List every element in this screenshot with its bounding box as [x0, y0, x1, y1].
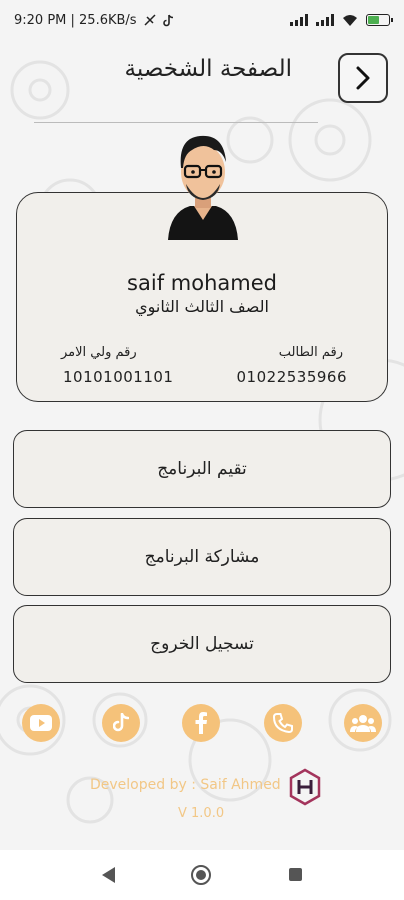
- header: الصفحة الشخصية: [0, 44, 404, 110]
- status-time: 9:20 PM | 25.6KB/s: [14, 12, 137, 28]
- nav-back-icon[interactable]: [100, 866, 116, 884]
- status-left: 9:20 PM | 25.6KB/s: [14, 13, 174, 28]
- page-title: الصفحة الشخصية: [124, 56, 292, 82]
- status-right: [290, 14, 393, 27]
- student-grade: الصف الثالث الثانوي: [135, 297, 269, 316]
- share-app-button[interactable]: مشاركة البرنامج: [13, 518, 391, 596]
- back-button[interactable]: [338, 53, 388, 103]
- phone-icon[interactable]: [264, 704, 302, 742]
- chevron-right-icon: [356, 66, 370, 90]
- group-icon[interactable]: [344, 704, 382, 742]
- student-name: saif mohamed: [127, 271, 277, 295]
- avatar: [168, 135, 238, 240]
- guardian-number-label: رقم ولي الامر: [61, 345, 137, 360]
- developer-logo: [289, 768, 321, 806]
- guardian-number-value: 10101001101: [63, 368, 174, 386]
- no-signal-icon: [144, 14, 156, 26]
- app-version: V 1.0.0: [178, 806, 225, 821]
- facebook-icon[interactable]: [182, 704, 220, 742]
- battery-fill: [368, 16, 379, 24]
- nav-home-icon[interactable]: [190, 864, 212, 886]
- social-row: [0, 704, 404, 744]
- rate-app-button[interactable]: تقيم البرنامج: [13, 430, 391, 508]
- developer-credit: Developed by : Saif Ahmed: [90, 777, 281, 793]
- header-divider: [34, 122, 318, 123]
- tiktok-status-icon: [162, 14, 173, 26]
- nav-recent-icon[interactable]: [289, 868, 302, 881]
- navigation-bar: [0, 850, 404, 900]
- signal-icon: [290, 14, 308, 26]
- student-number-label: رقم الطالب: [278, 345, 343, 360]
- wifi-icon: [343, 14, 357, 26]
- signal-icon-2: [316, 14, 334, 26]
- youtube-icon[interactable]: [22, 704, 60, 742]
- status-bar: 9:20 PM | 25.6KB/s: [0, 0, 404, 40]
- battery-icon: [366, 14, 393, 26]
- tiktok-icon[interactable]: [102, 704, 140, 742]
- logout-button[interactable]: تسجيل الخروج: [13, 605, 391, 683]
- student-number-value: 01022535966: [236, 368, 347, 386]
